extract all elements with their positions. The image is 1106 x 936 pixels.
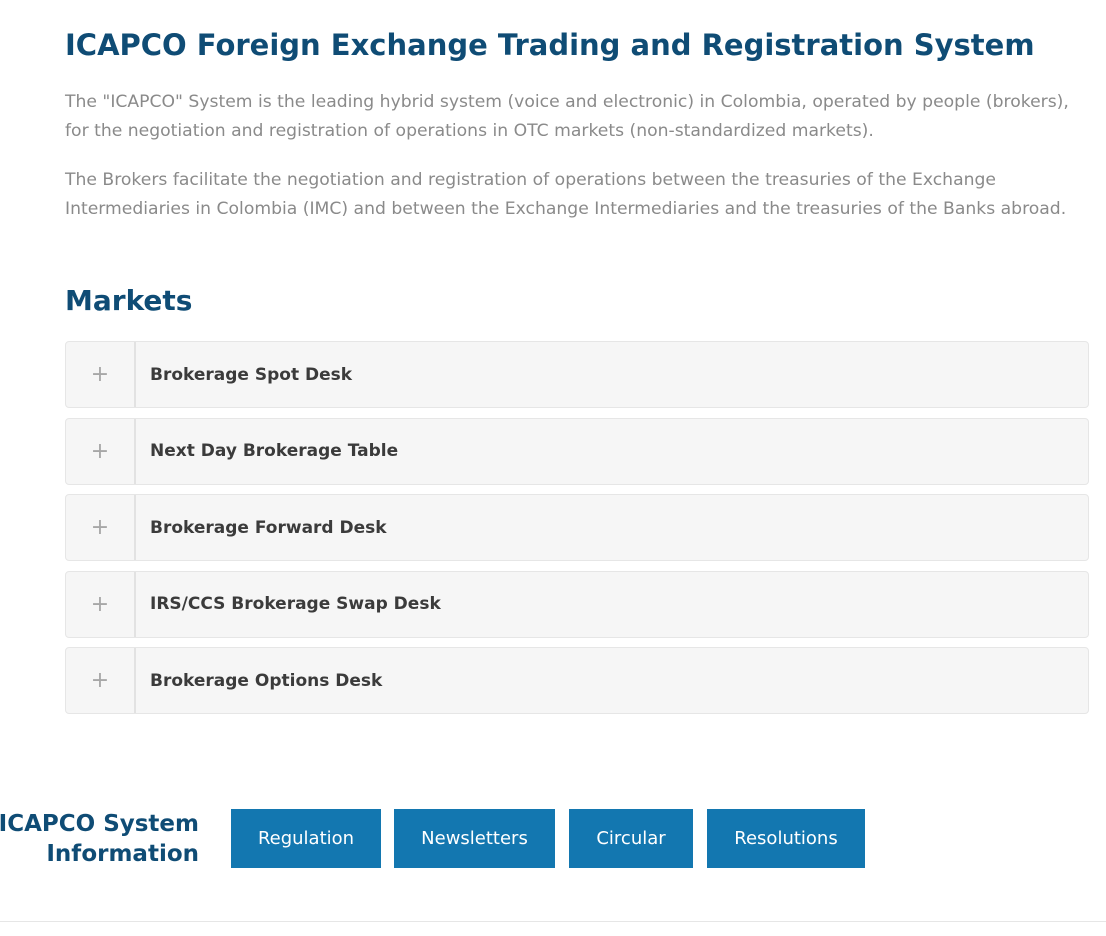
footer-divider: [0, 921, 1106, 922]
accordion-item-next-day[interactable]: + Next Day Brokerage Table: [65, 417, 1089, 485]
expand-plus-icon[interactable]: +: [66, 571, 136, 637]
accordion-item-swap-desk[interactable]: + IRS/CCS Brokerage Swap Desk: [65, 570, 1089, 638]
expand-plus-icon[interactable]: +: [66, 342, 136, 407]
markets-heading: Markets: [65, 284, 193, 317]
expand-plus-icon[interactable]: +: [66, 648, 136, 713]
accordion-item-spot-desk[interactable]: + Brokerage Spot Desk: [65, 341, 1089, 408]
page-title: ICAPCO Foreign Exchange Trading and Regi…: [65, 28, 1035, 62]
markets-accordion: + Brokerage Spot Desk + Next Day Brokera…: [65, 341, 1089, 724]
system-info-heading-line-1: ICAPCO System: [0, 811, 199, 837]
accordion-item-label[interactable]: Brokerage Spot Desk: [136, 342, 352, 407]
regulation-button[interactable]: Regulation: [231, 809, 381, 868]
system-info-heading: ICAPCO System Information: [0, 809, 199, 869]
intro-paragraph-1: The "ICAPCO" System is the leading hybri…: [65, 92, 1069, 141]
intro-paragraph-2: The Brokers facilitate the negotiation a…: [65, 170, 1067, 219]
accordion-item-label[interactable]: IRS/CCS Brokerage Swap Desk: [136, 572, 441, 637]
accordion-item-label[interactable]: Brokerage Options Desk: [136, 648, 382, 713]
circular-button[interactable]: Circular: [569, 809, 693, 868]
system-info-heading-line-2: Information: [46, 841, 199, 867]
accordion-item-label[interactable]: Next Day Brokerage Table: [136, 419, 398, 484]
newsletters-button[interactable]: Newsletters: [394, 809, 555, 868]
accordion-item-options-desk[interactable]: + Brokerage Options Desk: [65, 647, 1089, 714]
expand-plus-icon[interactable]: +: [66, 495, 136, 560]
resolutions-button[interactable]: Resolutions: [707, 809, 865, 868]
accordion-item-label[interactable]: Brokerage Forward Desk: [136, 495, 387, 560]
expand-plus-icon[interactable]: +: [66, 418, 136, 484]
accordion-item-forward-desk[interactable]: + Brokerage Forward Desk: [65, 494, 1089, 561]
